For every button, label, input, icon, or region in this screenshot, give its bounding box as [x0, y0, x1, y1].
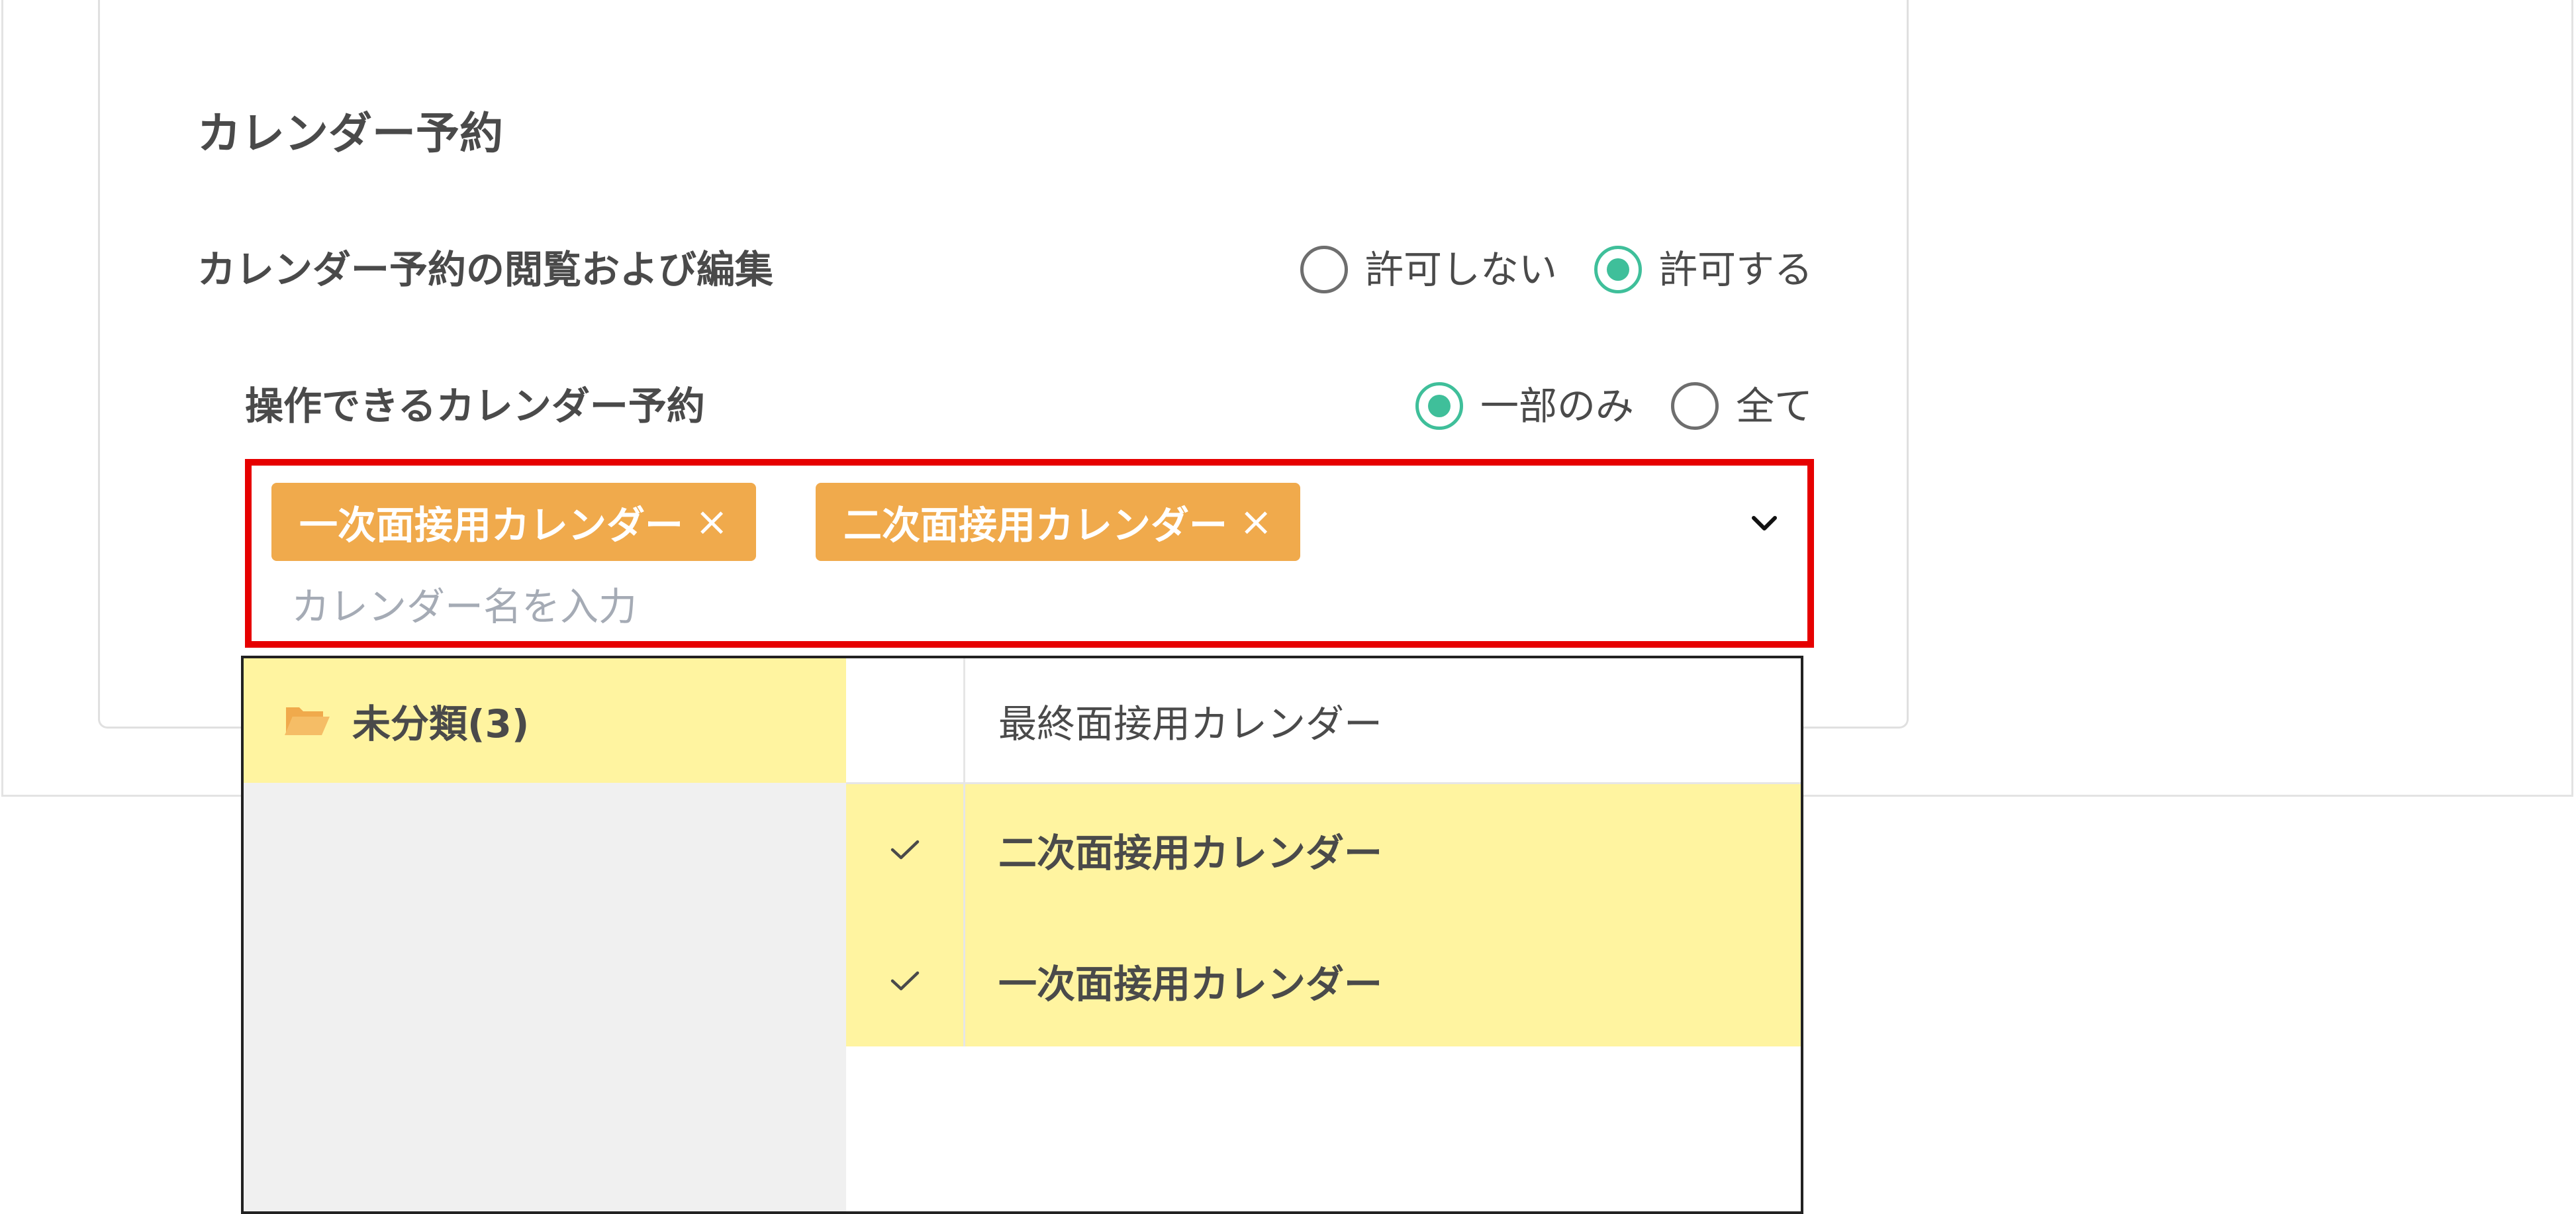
calendar-item-final-interview[interactable]: 最終面接用カレンダー	[846, 658, 1801, 784]
radio-partial-circle[interactable]	[1415, 382, 1463, 430]
folder-column: 未分類(3)	[244, 658, 846, 1211]
radio-partial[interactable]: 一部のみ	[1415, 376, 1634, 436]
radio-allowed-label: 許可する	[1658, 247, 1813, 292]
chevron-down-icon[interactable]	[1748, 507, 1781, 540]
chip-first-interview-calendar: 一次面接用カレンダー ×	[271, 483, 757, 561]
calendar-list: 最終面接用カレンダー 二次面接用カレンダー 一次面接用カレンダー	[846, 658, 1801, 1211]
radio-not-allowed-circle[interactable]	[1300, 246, 1348, 293]
radio-all-circle[interactable]	[1670, 382, 1719, 430]
operable-calendars-label: 操作できるカレンダー予約	[245, 383, 705, 429]
radio-allowed[interactable]: 許可する	[1594, 240, 1813, 299]
calendar-item-label: 一次面接用カレンダー	[998, 962, 1383, 1007]
view-edit-label: カレンダー予約の閲覧および編集	[197, 247, 774, 292]
folder-label: 未分類(3)	[352, 701, 530, 746]
checkmark-icon	[890, 971, 919, 991]
radio-all[interactable]: 全て	[1670, 376, 1813, 436]
calendar-search-input[interactable]	[291, 577, 1284, 636]
calendar-item-second-interview[interactable]: 二次面接用カレンダー	[846, 784, 1801, 915]
folder-item-uncategorized[interactable]: 未分類(3)	[244, 658, 846, 783]
folder-open-icon	[285, 707, 330, 735]
calendar-dropdown: 未分類(3) 最終面接用カレンダー 二次面接用カレンダー 一次面接用カレンダー	[241, 656, 1803, 1214]
radio-partial-label: 一部のみ	[1480, 383, 1634, 429]
chip-label: 二次面接用カレンダー	[843, 503, 1228, 548]
chip-remove-icon[interactable]: ×	[695, 499, 728, 545]
radio-not-allowed-label: 許可しない	[1364, 247, 1557, 292]
check-column	[846, 915, 965, 1046]
radio-allowed-circle[interactable]	[1594, 246, 1642, 293]
check-column	[846, 658, 965, 782]
checkmark-icon	[890, 840, 919, 860]
chip-label: 一次面接用カレンダー	[299, 503, 684, 548]
calendar-item-first-interview[interactable]: 一次面接用カレンダー	[846, 915, 1801, 1046]
calendar-item-label: 二次面接用カレンダー	[998, 831, 1383, 876]
check-column	[846, 784, 965, 915]
operable-radio-group: 一部のみ 全て	[1415, 376, 1813, 436]
chip-second-interview-calendar: 二次面接用カレンダー ×	[816, 483, 1301, 561]
calendar-multiselect[interactable]: 一次面接用カレンダー × 二次面接用カレンダー ×	[245, 459, 1814, 648]
calendar-item-label: 最終面接用カレンダー	[998, 701, 1383, 746]
view-edit-radio-group: 許可しない 許可する	[1300, 240, 1813, 299]
chip-remove-icon[interactable]: ×	[1239, 499, 1272, 545]
section-title: カレンダー予約	[197, 108, 503, 159]
radio-not-allowed[interactable]: 許可しない	[1300, 240, 1557, 299]
radio-all-label: 全て	[1735, 383, 1813, 429]
